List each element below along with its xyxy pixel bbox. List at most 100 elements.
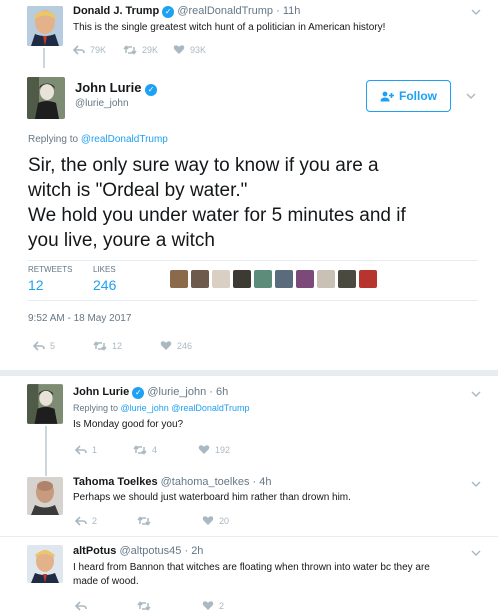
reply3-retweet-button[interactable] [137, 600, 202, 611]
verified-badge-icon: ✓ [145, 84, 158, 96]
reply2-time[interactable]: · 4h [253, 476, 272, 488]
reply3-time[interactable]: · 2h [184, 545, 203, 557]
likes-stat[interactable]: LIKES 246 [93, 265, 116, 293]
main-like-count: 246 [177, 340, 193, 351]
main-retweet-count: 12 [112, 340, 123, 351]
chevron-down-icon[interactable] [470, 388, 482, 400]
reply2-reply-count: 2 [92, 515, 98, 526]
heart-icon [202, 601, 214, 610]
reply3-reply-button[interactable] [75, 600, 137, 611]
avatar-john-lurie[interactable] [27, 384, 63, 424]
reply-icon [75, 600, 87, 611]
heart-icon [202, 516, 214, 525]
main-retweet-button[interactable]: 12 [93, 341, 160, 351]
avatar-tahoma-toelkes[interactable] [27, 477, 63, 515]
main-reply-count: 5 [50, 340, 56, 351]
reply1-replying-link[interactable]: @lurie_john @realDonaldTrump [121, 403, 250, 413]
reply2-like-button[interactable]: 20 [202, 515, 229, 526]
chevron-down-icon[interactable] [465, 90, 477, 102]
reply1-reply-count: 1 [92, 444, 98, 455]
tweet1-retweet-button[interactable]: 29K [123, 45, 173, 55]
tweet1-actions: 79K 29K 93K [73, 44, 206, 55]
thread-line [45, 426, 47, 476]
reply1-retweet-count: 4 [152, 444, 158, 455]
reply3-actions: 2 [75, 600, 224, 611]
reply1-replying-prefix: Replying to [73, 403, 119, 413]
add-user-icon [380, 91, 394, 101]
liker-avatar[interactable] [233, 270, 251, 288]
reply3-like-count: 2 [219, 600, 225, 611]
tweet1-reply-count: 79K [90, 44, 107, 55]
reply2-author-name[interactable]: Tahoma Toelkes [73, 476, 158, 488]
reply-icon [75, 515, 87, 526]
follow-button[interactable]: Follow [366, 80, 451, 112]
liker-avatar[interactable] [359, 270, 377, 288]
main-text-line: you live, youre a witch [28, 230, 215, 251]
main-tweet-text: Sir, the only sure way to know if you ar… [28, 153, 406, 253]
likes-stat-value: 246 [93, 277, 117, 293]
retweet-icon [93, 340, 107, 351]
tweet1-retweet-count: 29K [142, 44, 159, 55]
main-timestamp[interactable]: 9:52 AM - 18 May 2017 [28, 313, 131, 324]
reply1-reply-button[interactable]: 1 [75, 445, 133, 455]
main-author-name[interactable]: John Lurie [75, 80, 141, 95]
liker-avatar[interactable] [317, 270, 335, 288]
tweet1-author-name[interactable]: Donald J. Trump [73, 5, 159, 17]
tweet1-time[interactable]: · 11h [276, 5, 300, 17]
reply1-retweet-button[interactable]: 4 [133, 445, 198, 455]
main-reply-button[interactable]: 5 [33, 341, 93, 351]
verified-badge-icon: ✓ [162, 6, 175, 18]
retweets-stat[interactable]: RETWEETS 12 [28, 265, 72, 293]
reply3-text: I heard from Bannon that witches are flo… [73, 561, 430, 589]
retweet-icon [137, 600, 151, 611]
avatar-altpotus[interactable] [27, 545, 63, 583]
liker-avatar[interactable] [254, 270, 272, 288]
reply3-handle[interactable]: @altpotus45 [119, 545, 181, 557]
verified-badge-icon: ✓ [132, 387, 145, 399]
liker-avatar[interactable] [338, 270, 356, 288]
chevron-down-icon[interactable] [470, 6, 482, 18]
retweet-icon [137, 515, 151, 526]
retweet-icon [133, 444, 147, 455]
reply2-handle[interactable]: @tahoma_toelkes [161, 476, 250, 488]
thread-line [43, 48, 45, 68]
avatar-john-lurie[interactable] [27, 77, 65, 119]
likes-stat-label: LIKES [93, 265, 116, 274]
tweet1-like-button[interactable]: 93K [173, 44, 206, 55]
tweet1-like-count: 93K [190, 44, 207, 55]
replying-to-link[interactable]: @realDonaldTrump [81, 134, 168, 145]
reply3-like-button[interactable]: 2 [202, 600, 224, 611]
divider [28, 260, 478, 261]
reply1-like-button[interactable]: 192 [198, 444, 230, 455]
tweet1-handle[interactable]: @realDonaldTrump [177, 5, 273, 17]
reply2-retweet-button[interactable] [137, 515, 202, 526]
reply2-reply-button[interactable]: 2 [75, 516, 137, 526]
reply1-time[interactable]: · 6h [209, 386, 228, 398]
tweet1-text: This is the single greatest witch hunt o… [73, 22, 386, 33]
main-like-button[interactable]: 246 [160, 340, 192, 351]
liker-avatar[interactable] [191, 270, 209, 288]
reply-icon [75, 444, 87, 455]
reply-icon [73, 44, 85, 55]
reply3-author-name[interactable]: altPotus [73, 545, 116, 557]
liker-avatar[interactable] [275, 270, 293, 288]
reply1-author-name[interactable]: John Lurie [73, 386, 129, 398]
reply3-text-line: I heard from Bannon that witches are flo… [73, 562, 430, 573]
chevron-down-icon[interactable] [470, 478, 482, 490]
tweet1-reply-button[interactable]: 79K [73, 45, 123, 55]
reply1-handle[interactable]: @lurie_john [147, 386, 206, 398]
reply1-like-count: 192 [215, 444, 231, 455]
heart-icon [198, 445, 210, 454]
main-actions: 5 12 246 [33, 340, 192, 351]
reply1-text: Is Monday good for you? [73, 419, 184, 430]
main-text-line: We hold you under water for 5 minutes an… [28, 205, 406, 226]
reply2-like-count: 20 [219, 515, 230, 526]
divider [28, 300, 478, 301]
liker-avatar[interactable] [296, 270, 314, 288]
liker-avatar[interactable] [170, 270, 188, 288]
chevron-down-icon[interactable] [470, 547, 482, 559]
main-handle[interactable]: @lurie_john [75, 98, 129, 109]
avatar-trump[interactable] [27, 6, 63, 46]
liker-avatar[interactable] [212, 270, 230, 288]
main-text-line: witch is "Ordeal by water." [28, 180, 248, 201]
